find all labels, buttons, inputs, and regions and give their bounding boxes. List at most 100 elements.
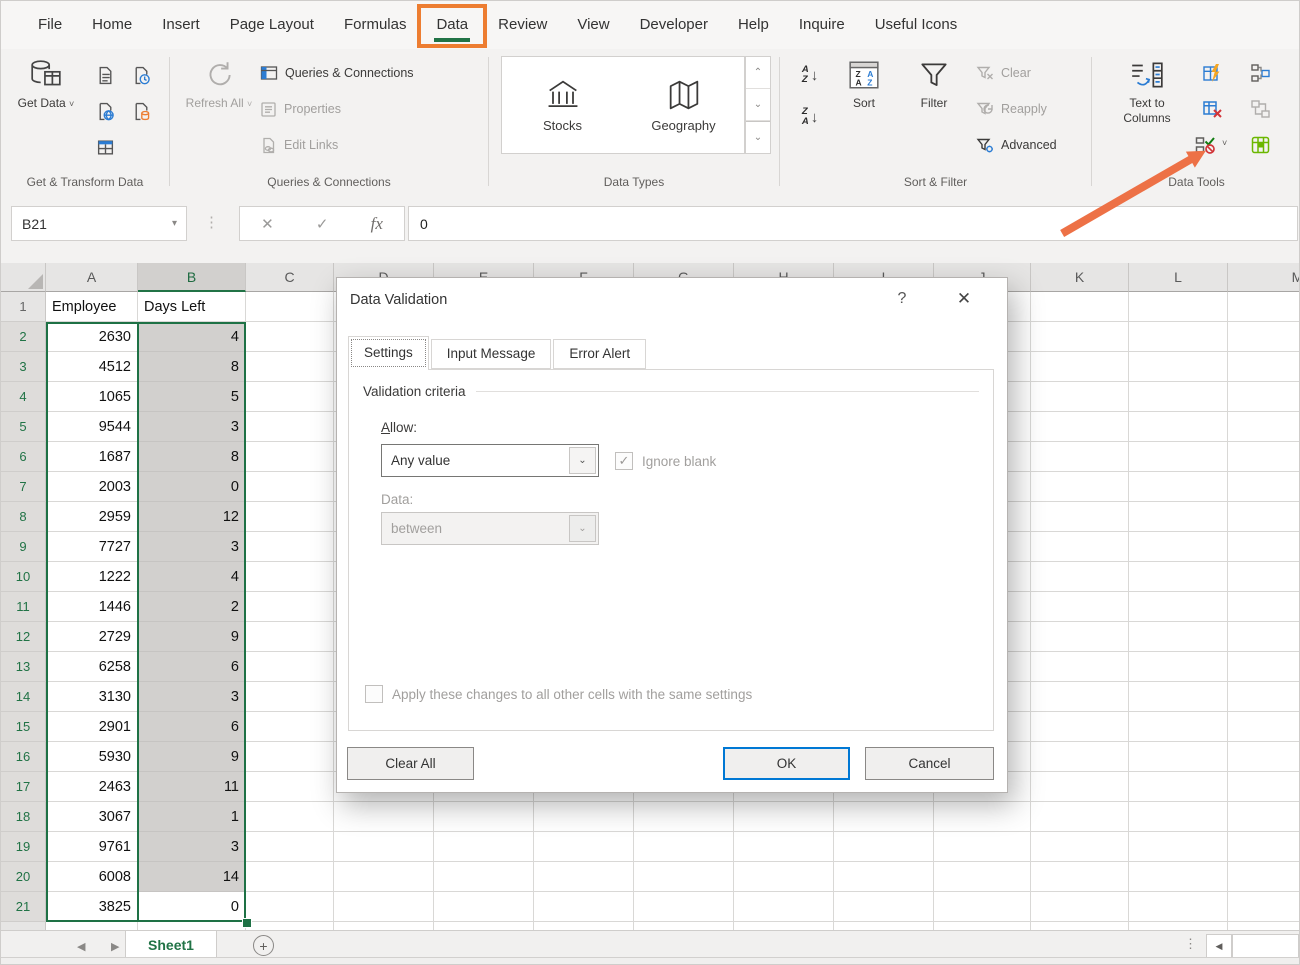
cell-A4[interactable]: 1065 xyxy=(46,382,138,412)
cell-A17[interactable]: 2463 xyxy=(46,772,138,802)
cell-B2[interactable]: 4 xyxy=(138,322,246,352)
cell-E20[interactable] xyxy=(434,862,534,892)
data-validation-dropdown-icon[interactable]: ˅ xyxy=(1222,138,1227,148)
cell-E19[interactable] xyxy=(434,832,534,862)
cell-K13[interactable] xyxy=(1031,652,1129,682)
cell-M18[interactable] xyxy=(1228,802,1299,832)
manage-data-model-button[interactable] xyxy=(1244,129,1276,161)
ribbon-tab-data[interactable]: Data xyxy=(421,1,483,49)
cell-C9[interactable] xyxy=(246,532,334,562)
cell-I20[interactable] xyxy=(834,862,934,892)
cell-C20[interactable] xyxy=(246,862,334,892)
cell-E18[interactable] xyxy=(434,802,534,832)
chevron-down-icon[interactable]: ⌄ xyxy=(569,515,596,542)
cell-C6[interactable] xyxy=(246,442,334,472)
cell-L13[interactable] xyxy=(1129,652,1228,682)
cell-K6[interactable] xyxy=(1031,442,1129,472)
from-web-button[interactable] xyxy=(89,95,121,127)
cell-L9[interactable] xyxy=(1129,532,1228,562)
cell-K19[interactable] xyxy=(1031,832,1129,862)
sheet-nav-right-icon[interactable]: ▶ xyxy=(111,940,119,953)
cell-H21[interactable] xyxy=(734,892,834,922)
ribbon-tab-help[interactable]: Help xyxy=(723,1,784,49)
row-header-3[interactable]: 3 xyxy=(1,352,46,382)
cell-C15[interactable] xyxy=(246,712,334,742)
dialog-tab-input-message[interactable]: Input Message xyxy=(431,339,552,369)
cell-B20[interactable]: 14 xyxy=(138,862,246,892)
select-all-corner[interactable] xyxy=(1,263,46,292)
cell-A19[interactable]: 9761 xyxy=(46,832,138,862)
cell-F22[interactable] xyxy=(534,922,634,930)
cell-A9[interactable]: 7727 xyxy=(46,532,138,562)
remove-duplicates-button[interactable] xyxy=(1196,93,1228,125)
row-header-9[interactable]: 9 xyxy=(1,532,46,562)
cell-M7[interactable] xyxy=(1228,472,1299,502)
cell-G18[interactable] xyxy=(634,802,734,832)
hscroll-left-icon[interactable]: ◀ xyxy=(1206,934,1232,958)
dialog-close-icon[interactable]: ✕ xyxy=(949,289,979,309)
row-header-1[interactable]: 1 xyxy=(1,292,46,322)
cell-C7[interactable] xyxy=(246,472,334,502)
cell-J18[interactable] xyxy=(934,802,1031,832)
cell-K2[interactable] xyxy=(1031,322,1129,352)
apply-changes-checkbox[interactable]: Apply these changes to all other cells w… xyxy=(365,685,752,703)
cell-G22[interactable] xyxy=(634,922,734,930)
row-header-20[interactable]: 20 xyxy=(1,862,46,892)
ribbon-tab-developer[interactable]: Developer xyxy=(625,1,723,49)
cell-C2[interactable] xyxy=(246,322,334,352)
cell-M3[interactable] xyxy=(1228,352,1299,382)
cell-K22[interactable] xyxy=(1031,922,1129,930)
cell-K4[interactable] xyxy=(1031,382,1129,412)
cell-K10[interactable] xyxy=(1031,562,1129,592)
cell-M22[interactable] xyxy=(1228,922,1299,930)
cell-A13[interactable]: 6258 xyxy=(46,652,138,682)
cell-A18[interactable]: 3067 xyxy=(46,802,138,832)
cell-M1[interactable] xyxy=(1228,292,1299,322)
refresh-all-button[interactable]: Refresh All ˅ xyxy=(182,55,256,111)
cell-M10[interactable] xyxy=(1228,562,1299,592)
cell-B15[interactable]: 6 xyxy=(138,712,246,742)
geography-button[interactable]: Geography xyxy=(629,77,739,133)
cell-H19[interactable] xyxy=(734,832,834,862)
cell-J19[interactable] xyxy=(934,832,1031,862)
recent-sources-button[interactable] xyxy=(125,59,157,91)
dialog-help-icon[interactable]: ? xyxy=(889,290,915,308)
cell-K18[interactable] xyxy=(1031,802,1129,832)
ribbon-tab-file[interactable]: File xyxy=(23,1,77,49)
ribbon-tab-home[interactable]: Home xyxy=(77,1,147,49)
stocks-button[interactable]: Stocks xyxy=(508,77,618,133)
cancel-entry-icon[interactable]: ✕ xyxy=(261,215,274,233)
cell-D21[interactable] xyxy=(334,892,434,922)
cell-K1[interactable] xyxy=(1031,292,1129,322)
name-box-dropdown-icon[interactable]: ▾ xyxy=(172,218,186,229)
from-table-range-button[interactable] xyxy=(89,131,121,163)
cell-B11[interactable]: 2 xyxy=(138,592,246,622)
cell-K21[interactable] xyxy=(1031,892,1129,922)
cell-C13[interactable] xyxy=(246,652,334,682)
ignore-blank-checkbox[interactable]: ✓ Ignore blank xyxy=(615,452,716,470)
flash-fill-button[interactable] xyxy=(1196,57,1228,89)
cell-F18[interactable] xyxy=(534,802,634,832)
cell-M13[interactable] xyxy=(1228,652,1299,682)
cell-H20[interactable] xyxy=(734,862,834,892)
row-header-22[interactable]: 22 xyxy=(1,922,46,930)
cell-M6[interactable] xyxy=(1228,442,1299,472)
cell-B21[interactable]: 0 xyxy=(138,892,246,922)
cell-D20[interactable] xyxy=(334,862,434,892)
cell-M20[interactable] xyxy=(1228,862,1299,892)
existing-connections-button[interactable] xyxy=(125,95,157,127)
cell-K7[interactable] xyxy=(1031,472,1129,502)
cell-L15[interactable] xyxy=(1129,712,1228,742)
clear-all-button[interactable]: Clear All xyxy=(347,747,474,780)
cell-I19[interactable] xyxy=(834,832,934,862)
row-header-17[interactable]: 17 xyxy=(1,772,46,802)
filter-button[interactable]: Filter xyxy=(902,55,966,111)
ribbon-tab-view[interactable]: View xyxy=(562,1,624,49)
cell-L12[interactable] xyxy=(1129,622,1228,652)
cell-H22[interactable] xyxy=(734,922,834,930)
cell-B9[interactable]: 3 xyxy=(138,532,246,562)
column-header-C[interactable]: C xyxy=(246,263,334,292)
cell-A7[interactable]: 2003 xyxy=(46,472,138,502)
cell-L8[interactable] xyxy=(1129,502,1228,532)
cell-B13[interactable]: 6 xyxy=(138,652,246,682)
